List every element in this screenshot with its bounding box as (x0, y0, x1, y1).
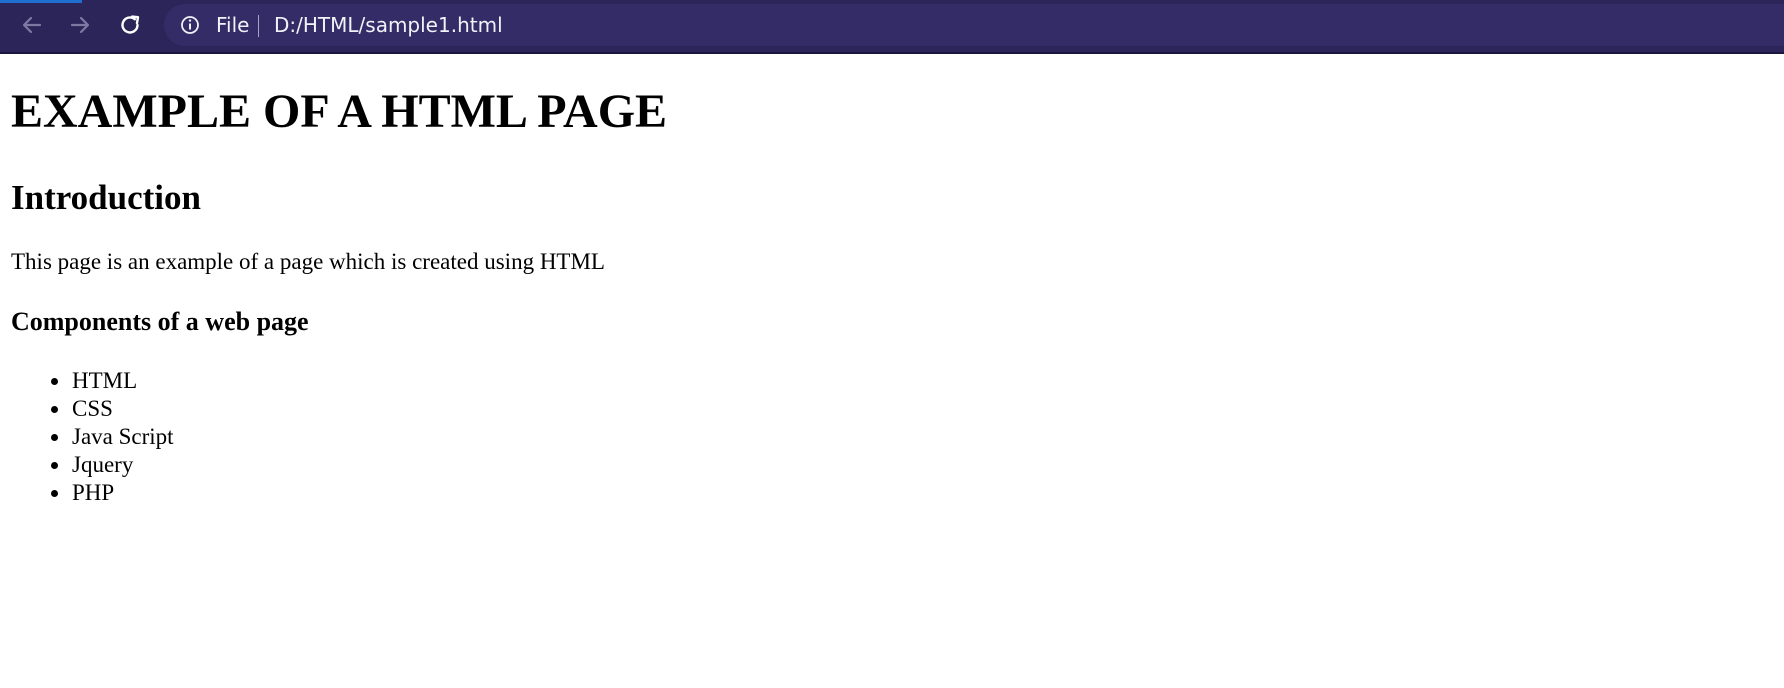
list-item: Java Script (49, 423, 174, 451)
page-title: EXAMPLE OF A HTML PAGE (11, 85, 668, 138)
intro-heading: Introduction (11, 178, 201, 217)
reload-button[interactable] (113, 8, 147, 42)
list-item: Jquery (49, 451, 174, 479)
back-button[interactable] (15, 8, 49, 42)
list-item: HTML (49, 367, 174, 395)
address-separator (258, 15, 259, 37)
components-heading: Components of a web page (11, 307, 309, 336)
browser-toolbar: File D:/HTML/sample1.html (0, 0, 1784, 54)
arrow-left-icon (21, 14, 43, 36)
list-item: CSS (49, 395, 174, 423)
forward-button[interactable] (63, 8, 97, 42)
components-list: HTML CSS Java Script Jquery PHP (49, 367, 174, 507)
arrow-right-icon (69, 14, 91, 36)
list-item: PHP (49, 479, 174, 507)
address-scheme-label: File (216, 13, 250, 37)
address-url[interactable]: D:/HTML/sample1.html (274, 4, 503, 46)
info-icon[interactable] (180, 15, 200, 40)
reload-icon (118, 13, 142, 37)
address-bar[interactable]: File D:/HTML/sample1.html (164, 4, 1784, 46)
intro-paragraph: This page is an example of a page which … (11, 249, 605, 274)
active-tab-indicator (0, 0, 82, 3)
